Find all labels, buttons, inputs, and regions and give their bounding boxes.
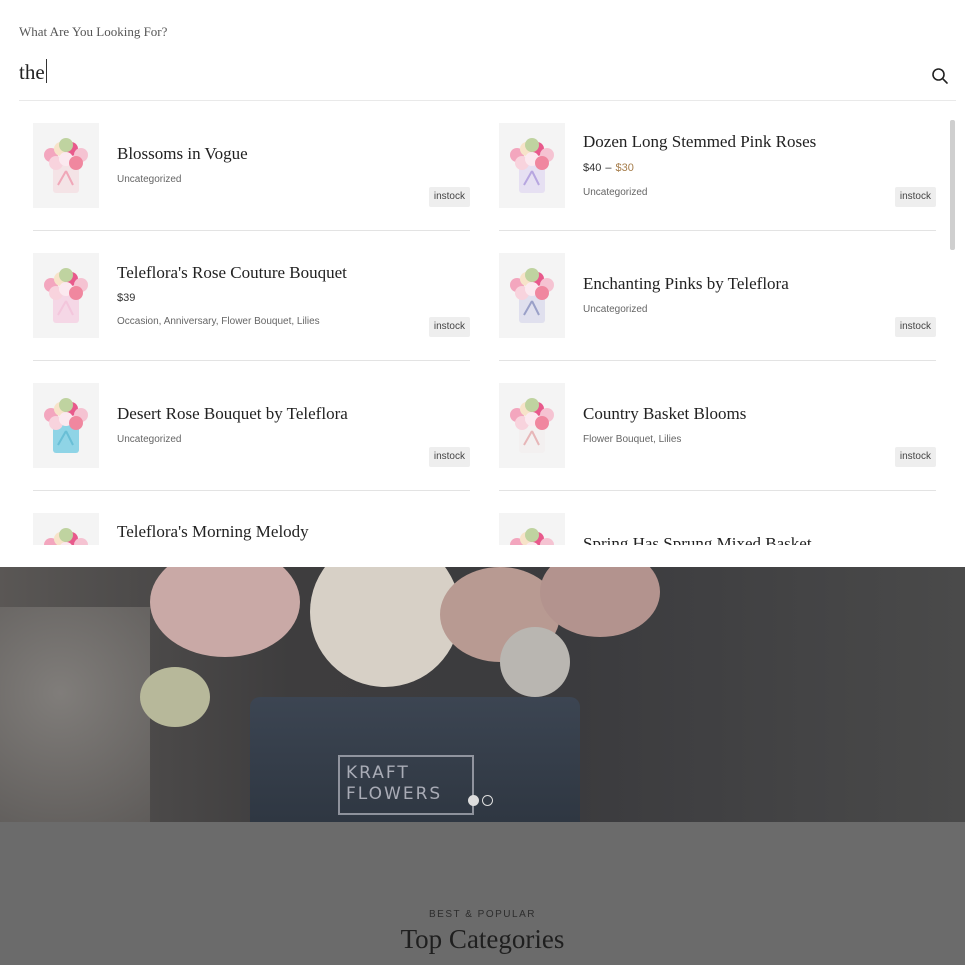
flower-bloom — [69, 416, 83, 430]
section-eyebrow: BEST & POPULAR — [429, 909, 536, 920]
product-name[interactable]: Spring Has Sprung Mixed Basket — [583, 534, 812, 545]
result-card[interactable]: Spring Has Sprung Mixed Basket — [499, 491, 936, 545]
stock-badge: instock — [428, 447, 470, 467]
top-categories-section: BEST & POPULAR Top Categories — [0, 822, 965, 965]
flower-bloom — [535, 416, 549, 430]
flower-bloom — [525, 398, 539, 412]
slider-dot-active[interactable] — [468, 795, 479, 806]
hero-banner: KRAFT FLOWERS — [0, 567, 965, 822]
price-separator: – — [605, 162, 612, 174]
bouquet-image — [510, 268, 554, 323]
flower-bloom — [59, 268, 73, 282]
bouquet-image — [510, 398, 554, 453]
kraft-flowers-logo: KRAFT FLOWERS — [338, 755, 474, 815]
slider-dot[interactable] — [482, 795, 493, 806]
product-categories: Uncategorized — [117, 434, 182, 445]
result-card[interactable]: Teleflora's Morning Melody — [33, 491, 470, 545]
product-thumbnail[interactable] — [499, 513, 565, 545]
product-categories: Uncategorized — [117, 174, 182, 185]
product-name[interactable]: Country Basket Blooms — [583, 404, 746, 424]
flower-bloom — [59, 398, 73, 412]
text-caret — [46, 59, 47, 83]
result-card[interactable]: Teleflora's Rose Couture Bouquet $39 Occ… — [33, 231, 470, 361]
flower-bloom — [525, 268, 539, 282]
result-card[interactable]: Desert Rose Bouquet by Teleflora Uncateg… — [33, 361, 470, 491]
stock-badge: instock — [894, 447, 936, 467]
product-thumbnail[interactable] — [33, 253, 99, 338]
result-card[interactable]: Dozen Long Stemmed Pink Roses $40– $30 Un… — [499, 101, 936, 231]
hero-flower — [500, 627, 570, 697]
product-categories: Flower Bouquet, Lilies — [583, 434, 682, 445]
bouquet-image — [510, 528, 554, 545]
bouquet-image — [44, 138, 88, 193]
hero-stone-block — [0, 607, 150, 822]
flower-bloom — [535, 286, 549, 300]
product-thumbnail[interactable] — [33, 123, 99, 208]
result-card[interactable]: Blossoms in Vogue Uncategorized instock — [33, 101, 470, 231]
bouquet-image — [44, 268, 88, 323]
bouquet-image — [44, 398, 88, 453]
flower-bloom — [69, 286, 83, 300]
search-overlay: What Are You Looking For? Blossoms in Vo… — [0, 0, 965, 567]
hero-flower — [140, 667, 210, 727]
product-categories: Uncategorized — [583, 304, 648, 315]
product-name[interactable]: Teleflora's Rose Couture Bouquet — [117, 263, 347, 283]
stock-badge: instock — [894, 187, 936, 207]
product-name[interactable]: Dozen Long Stemmed Pink Roses — [583, 132, 816, 152]
bouquet-image — [44, 528, 88, 545]
flower-bloom — [59, 528, 73, 542]
product-thumbnail[interactable] — [33, 383, 99, 468]
product-thumbnail[interactable] — [33, 513, 99, 545]
price-high: $30 — [615, 162, 634, 174]
flower-bloom — [525, 528, 539, 542]
stock-badge: instock — [894, 317, 936, 337]
search-icon[interactable] — [931, 67, 949, 85]
product-thumbnail[interactable] — [499, 383, 565, 468]
result-card[interactable]: Country Basket Blooms Flower Bouquet, Li… — [499, 361, 936, 491]
product-categories: Occasion, Anniversary, Flower Bouquet, L… — [117, 316, 320, 327]
scrollbar-thumb[interactable] — [950, 120, 955, 250]
product-name[interactable]: Enchanting Pinks by Teleflora — [583, 274, 789, 294]
bouquet-image — [510, 138, 554, 193]
flower-bloom — [59, 138, 73, 152]
product-name[interactable]: Teleflora's Morning Melody — [117, 522, 309, 542]
section-title: Top Categories — [400, 924, 565, 954]
price-low: $40 — [583, 162, 602, 174]
hero-flower — [310, 567, 460, 687]
results-scrollbar[interactable] — [949, 120, 957, 545]
result-card[interactable]: Enchanting Pinks by Teleflora Uncategori… — [499, 231, 936, 361]
product-price: $39 — [117, 292, 136, 304]
product-name[interactable]: Blossoms in Vogue — [117, 144, 248, 164]
product-name[interactable]: Desert Rose Bouquet by Teleflora — [117, 404, 348, 424]
product-thumbnail[interactable] — [499, 253, 565, 338]
product-thumbnail[interactable] — [499, 123, 565, 208]
search-results: Blossoms in Vogue Uncategorized instock … — [33, 101, 945, 545]
product-price-range: $40– $30 — [583, 162, 634, 174]
stock-badge: instock — [428, 187, 470, 207]
flower-bloom — [525, 138, 539, 152]
slider-dots — [468, 795, 493, 806]
search-label: What Are You Looking For? — [19, 24, 168, 39]
product-categories: Uncategorized — [583, 187, 648, 198]
stock-badge: instock — [428, 317, 470, 337]
search-input[interactable] — [19, 56, 919, 88]
flower-bloom — [69, 156, 83, 170]
flower-bloom — [535, 156, 549, 170]
hero-flower — [150, 567, 300, 657]
